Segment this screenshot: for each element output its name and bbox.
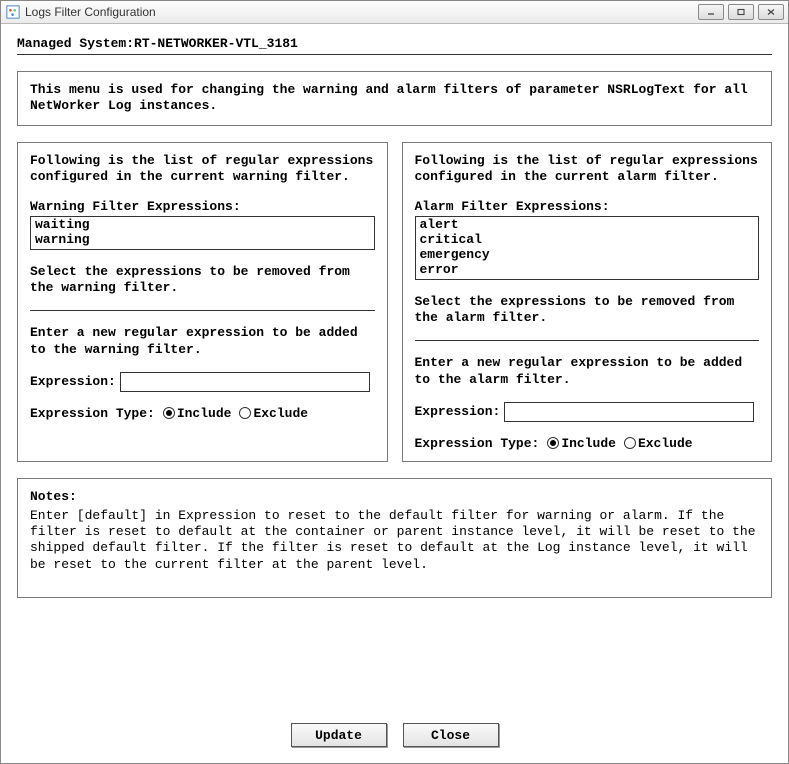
managed-system-label: Managed System: [17, 36, 134, 51]
alarm-add-text: Enter a new regular expression to be add… [415, 355, 760, 388]
warning-filter-listbox[interactable]: waiting warning [30, 216, 375, 250]
radio-icon [239, 407, 251, 419]
warning-expression-input[interactable] [120, 372, 370, 392]
notes-panel: Notes: Enter [default] in Expression to … [17, 478, 772, 598]
warning-remove-text: Select the expressions to be removed fro… [30, 264, 375, 297]
notes-title: Notes: [30, 489, 759, 504]
warning-exclude-radio[interactable]: Exclude [235, 406, 308, 421]
update-button[interactable]: Update [291, 723, 387, 747]
alarm-remove-text: Select the expressions to be removed fro… [415, 294, 760, 327]
warning-desc: Following is the list of regular express… [30, 153, 375, 186]
warning-expression-label: Expression: [30, 374, 116, 389]
managed-system-header: Managed System:RT-NETWORKER-VTL_3181 [17, 36, 772, 55]
close-button[interactable]: Close [403, 723, 499, 747]
intro-text: This menu is used for changing the warni… [30, 82, 748, 113]
alarm-divider [415, 340, 760, 341]
warning-include-radio[interactable]: Include [159, 406, 232, 421]
warning-add-text: Enter a new regular expression to be add… [30, 325, 375, 358]
alarm-expression-label: Expression: [415, 404, 501, 419]
managed-system-value: RT-NETWORKER-VTL_3181 [134, 36, 298, 51]
warning-type-label: Expression Type: [30, 406, 155, 421]
alarm-exclude-radio[interactable]: Exclude [620, 436, 693, 451]
warning-exclude-label: Exclude [253, 406, 308, 421]
window-frame: Logs Filter Configuration Managed System… [0, 0, 789, 764]
warning-panel: Following is the list of regular express… [17, 142, 388, 462]
alarm-type-label: Expression Type: [415, 436, 540, 451]
radio-icon [163, 407, 175, 419]
alarm-panel: Following is the list of regular express… [402, 142, 773, 462]
radio-icon [624, 437, 636, 449]
warning-divider [30, 310, 375, 311]
alarm-list-label: Alarm Filter Expressions: [415, 199, 760, 214]
alarm-include-radio[interactable]: Include [543, 436, 616, 451]
window-title: Logs Filter Configuration [25, 5, 698, 19]
minimize-button[interactable] [698, 4, 724, 20]
close-window-button[interactable] [758, 4, 784, 20]
alarm-filter-listbox[interactable]: alert critical emergency error [415, 216, 760, 280]
warning-include-label: Include [177, 406, 232, 421]
radio-icon [547, 437, 559, 449]
alarm-exclude-label: Exclude [638, 436, 693, 451]
alarm-expression-input[interactable] [504, 402, 754, 422]
app-icon [5, 4, 21, 20]
intro-panel: This menu is used for changing the warni… [17, 71, 772, 126]
notes-body: Enter [default] in Expression to reset t… [30, 508, 759, 573]
alarm-include-label: Include [561, 436, 616, 451]
maximize-button[interactable] [728, 4, 754, 20]
warning-list-label: Warning Filter Expressions: [30, 199, 375, 214]
client-area: Managed System:RT-NETWORKER-VTL_3181 Thi… [1, 24, 788, 763]
titlebar: Logs Filter Configuration [1, 1, 788, 24]
alarm-desc: Following is the list of regular express… [415, 153, 760, 186]
